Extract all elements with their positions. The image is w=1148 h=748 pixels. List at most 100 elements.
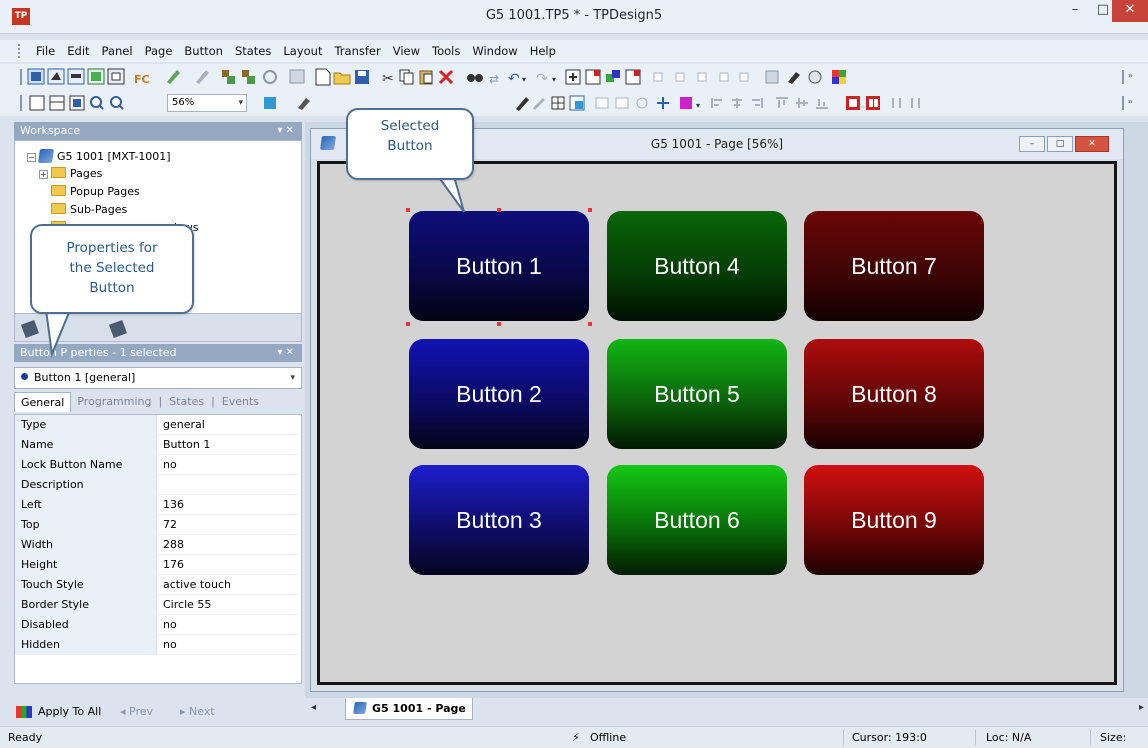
group-icon[interactable] xyxy=(846,96,860,110)
align-top-icon[interactable] xyxy=(776,97,788,108)
zoom-select[interactable]: 56% ▾ xyxy=(167,94,247,112)
zoom-in-icon[interactable] xyxy=(90,96,104,110)
property-value[interactable]: active touch xyxy=(163,575,231,595)
order-icon-1[interactable] xyxy=(595,97,609,109)
panel-pin-close-icons[interactable]: ▾ ✕ xyxy=(277,122,294,140)
fc-icon[interactable]: FC xyxy=(134,73,150,86)
tree-item-popup-pages[interactable]: Popup Pages xyxy=(51,185,140,198)
add-button-icon[interactable] xyxy=(565,69,581,85)
touch-button-1[interactable]: Button 1 xyxy=(409,211,589,321)
touch-button-7[interactable]: Button 7 xyxy=(804,211,984,321)
add-popup-icon[interactable] xyxy=(625,69,641,85)
tile-icon[interactable] xyxy=(69,95,85,111)
property-row[interactable]: Width 288 xyxy=(15,535,299,555)
order-icon-2[interactable] xyxy=(615,97,629,109)
property-row[interactable]: Disabled no xyxy=(15,615,299,635)
expand-icon[interactable]: + xyxy=(39,170,48,179)
property-row[interactable]: Hidden no xyxy=(15,635,299,655)
property-value[interactable]: Button 1 xyxy=(163,435,210,455)
align-right-icon[interactable] xyxy=(752,98,763,108)
property-value[interactable]: Circle 55 xyxy=(163,595,211,615)
move-icon[interactable] xyxy=(657,97,669,109)
save-icon[interactable] xyxy=(355,70,369,84)
pen-icon[interactable] xyxy=(516,97,529,111)
tree-item-sub-pages[interactable]: Sub-Pages xyxy=(51,203,127,216)
select-icon[interactable] xyxy=(569,95,585,111)
grid-icon[interactable] xyxy=(765,70,779,84)
align-icon-4[interactable] xyxy=(719,72,729,82)
copy-icon[interactable] xyxy=(399,69,414,85)
pick-disabled-icon[interactable] xyxy=(196,70,209,84)
align-middle-icon[interactable] xyxy=(796,98,808,108)
touch-button-3[interactable]: Button 3 xyxy=(409,465,589,575)
edit-icon[interactable] xyxy=(298,98,310,110)
property-row[interactable]: Name Button 1 xyxy=(15,435,299,455)
spacing-icon-1[interactable] xyxy=(892,98,901,108)
touch-button-2[interactable]: Button 2 xyxy=(409,339,589,449)
tab-scroll-right-icon[interactable]: ▸ xyxy=(1139,702,1144,713)
menu-panel[interactable]: Panel xyxy=(102,44,133,58)
page-canvas[interactable]: Button 1 Button 2 Button 3 Button 4 Butt… xyxy=(317,161,1117,685)
align-icon-3[interactable] xyxy=(697,72,707,82)
tab-events[interactable]: Events xyxy=(216,392,265,412)
property-value[interactable]: 176 xyxy=(163,555,184,575)
selection-handle[interactable] xyxy=(497,322,501,326)
undo-icon[interactable]: ↶ ▾ xyxy=(508,71,526,87)
align-icon-1[interactable] xyxy=(653,72,663,82)
property-value[interactable]: 136 xyxy=(163,495,184,515)
property-value[interactable]: no xyxy=(163,455,177,475)
align-center-icon[interactable] xyxy=(732,98,742,108)
replace-icon[interactable]: ⇄ xyxy=(489,72,499,86)
touch-button-6[interactable]: Button 6 xyxy=(607,465,787,575)
touch-button-4[interactable]: Button 4 xyxy=(607,211,787,321)
palette-icon[interactable] xyxy=(832,70,846,84)
selection-handle[interactable] xyxy=(497,208,501,212)
cut-icon[interactable]: ✂ xyxy=(382,71,394,87)
refresh-icon[interactable] xyxy=(263,70,277,84)
tab-scroll-left-icon[interactable]: ◂ xyxy=(311,702,316,713)
zoom-out-icon[interactable] xyxy=(110,96,124,110)
tab-programming[interactable]: Programming xyxy=(71,392,157,412)
next-button[interactable]: ▸ Next xyxy=(180,700,215,724)
align-icon-2[interactable] xyxy=(675,72,685,82)
brush-icon[interactable] xyxy=(532,97,546,111)
panel-view-icon[interactable] xyxy=(27,68,45,85)
close-button[interactable]: ✕ xyxy=(1112,0,1148,22)
align-icon-5[interactable] xyxy=(739,72,749,82)
property-value[interactable]: no xyxy=(163,635,177,655)
distribute-icon[interactable] xyxy=(636,97,648,109)
toolbar-grip[interactable] xyxy=(20,95,22,111)
page-maximize-button[interactable]: □ xyxy=(1047,136,1073,152)
popup-view-icon[interactable] xyxy=(67,68,85,85)
prev-button[interactable]: ◂ Prev xyxy=(120,700,153,724)
delete-icon[interactable] xyxy=(438,69,454,85)
page-minimize-button[interactable]: – xyxy=(1019,136,1045,152)
align-left-icon[interactable] xyxy=(711,98,722,108)
menu-window[interactable]: Window xyxy=(472,44,517,58)
property-value[interactable]: 72 xyxy=(163,515,177,535)
property-value[interactable]: 288 xyxy=(163,535,184,555)
menu-transfer[interactable]: Transfer xyxy=(334,44,380,58)
color-fill-icon[interactable]: ▾ xyxy=(680,97,700,110)
open-folder-icon[interactable] xyxy=(333,72,351,85)
new-page-icon[interactable] xyxy=(87,68,105,85)
selection-handle[interactable] xyxy=(588,322,592,326)
ungroup-icon[interactable] xyxy=(866,96,880,110)
align-bottom-icon[interactable] xyxy=(816,99,828,109)
spacing-icon-2[interactable] xyxy=(911,98,920,108)
property-row[interactable]: Height 176 xyxy=(15,555,299,575)
preview-icon[interactable] xyxy=(808,70,822,84)
menu-grip[interactable] xyxy=(18,44,21,58)
property-row[interactable]: Lock Button Name no xyxy=(15,455,299,475)
add-page-icon[interactable] xyxy=(585,69,601,85)
property-row[interactable]: Top 72 xyxy=(15,515,299,535)
table-icon[interactable] xyxy=(551,96,565,110)
screen-icon[interactable] xyxy=(289,69,305,84)
toolbar-overflow-icon[interactable]: » xyxy=(1122,96,1133,110)
frame-icon[interactable] xyxy=(29,95,45,111)
menu-page[interactable]: Page xyxy=(145,44,173,58)
tab-page[interactable]: G5 1001 - Page xyxy=(345,698,473,720)
property-row[interactable]: Left 136 xyxy=(15,495,299,515)
selection-handle[interactable] xyxy=(588,208,592,212)
touch-button-9[interactable]: Button 9 xyxy=(804,465,984,575)
